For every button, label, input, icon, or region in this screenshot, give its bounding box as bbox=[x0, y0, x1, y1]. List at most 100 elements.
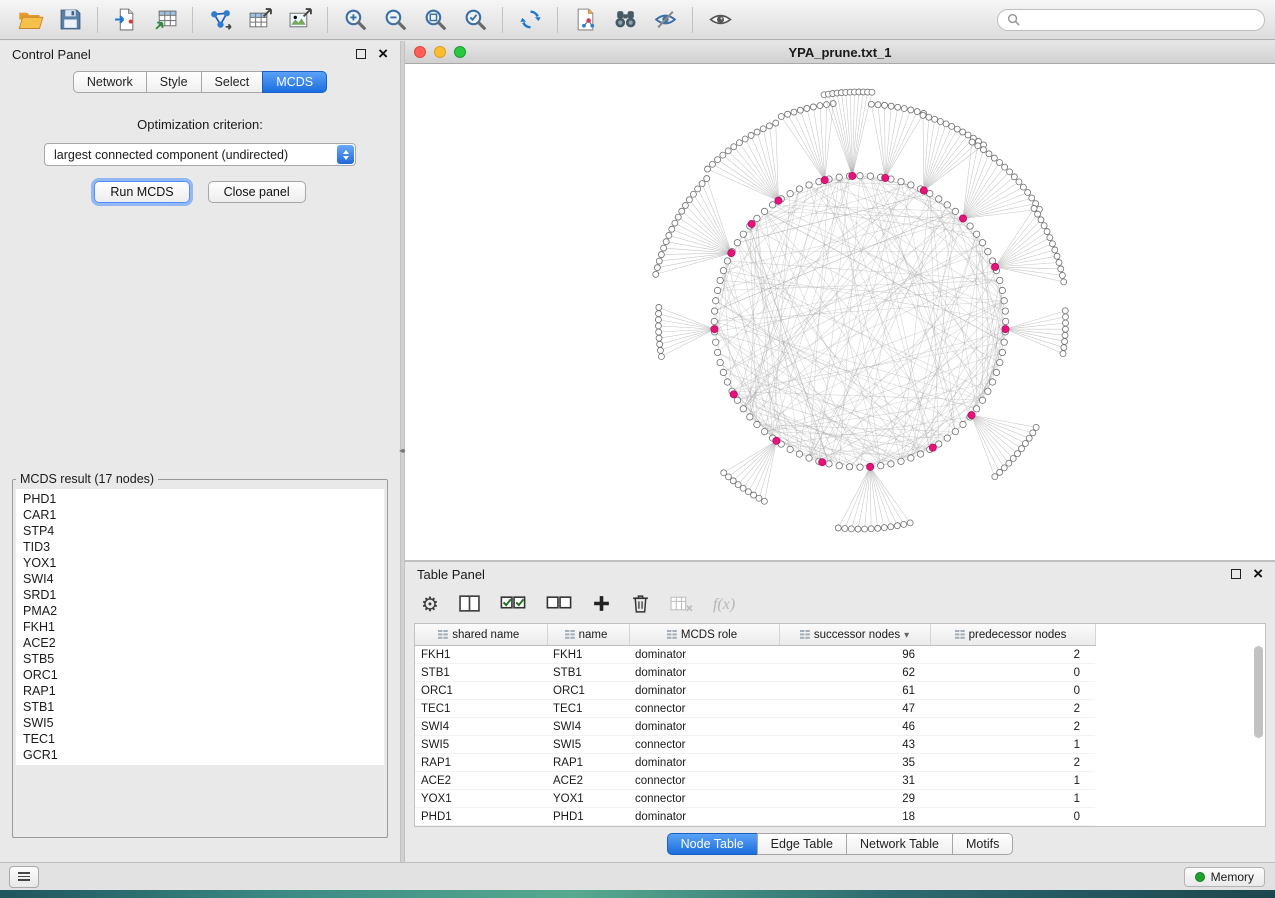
column-header-name[interactable]: name bbox=[547, 624, 629, 646]
search-network-button[interactable] bbox=[605, 4, 645, 36]
minimize-window-icon[interactable] bbox=[434, 46, 446, 58]
show-hide-button[interactable] bbox=[700, 4, 740, 36]
result-item[interactable]: GCR1 bbox=[16, 747, 384, 763]
graphics-details-button[interactable] bbox=[645, 4, 685, 36]
result-item[interactable]: STB5 bbox=[16, 651, 384, 667]
zoom-in-button[interactable] bbox=[335, 4, 375, 36]
table-grid-icon bbox=[800, 630, 810, 639]
desktop-background-edge bbox=[0, 890, 1275, 898]
zoom-selected-button[interactable] bbox=[455, 4, 495, 36]
table-grid-icon bbox=[667, 630, 677, 639]
tab-motifs[interactable]: Motifs bbox=[952, 833, 1013, 855]
tab-mcds[interactable]: MCDS bbox=[262, 71, 327, 93]
table-row[interactable]: ORC1ORC1dominator610 bbox=[415, 682, 1095, 700]
result-item[interactable]: CAR1 bbox=[16, 507, 384, 523]
apply-layout-button[interactable] bbox=[510, 4, 550, 36]
export-to-web-button[interactable] bbox=[565, 4, 605, 36]
result-item[interactable]: SRD1 bbox=[16, 587, 384, 603]
search-icon bbox=[1007, 13, 1020, 26]
table-scrollbar[interactable] bbox=[1254, 646, 1263, 822]
tab-node-table[interactable]: Node Table bbox=[667, 833, 758, 855]
result-item[interactable]: ORC1 bbox=[16, 667, 384, 683]
main-toolbar bbox=[0, 0, 1275, 40]
result-item[interactable]: SWI4 bbox=[16, 571, 384, 587]
result-item[interactable]: PMA2 bbox=[16, 603, 384, 619]
tab-edge-table[interactable]: Edge Table bbox=[757, 833, 847, 855]
result-item[interactable]: TID3 bbox=[16, 539, 384, 555]
toolbar-separator bbox=[502, 7, 503, 33]
export-table-button[interactable] bbox=[240, 4, 280, 36]
network-title: YPA_prune.txt_1 bbox=[405, 45, 1275, 60]
table-row[interactable]: YOX1YOX1connector291 bbox=[415, 790, 1095, 808]
result-item[interactable]: PHD1 bbox=[16, 491, 384, 507]
search-box[interactable] bbox=[997, 9, 1265, 31]
close-panel-button[interactable]: Close panel bbox=[208, 181, 306, 203]
task-history-button[interactable] bbox=[9, 866, 39, 888]
column-header-successor-nodes[interactable]: successor nodes▾ bbox=[779, 624, 930, 646]
result-item[interactable]: ACE2 bbox=[16, 635, 384, 651]
memory-status-icon bbox=[1195, 872, 1205, 882]
export-network-button[interactable] bbox=[200, 4, 240, 36]
table-row[interactable]: ACE2ACE2connector311 bbox=[415, 772, 1095, 790]
check-all-icon bbox=[500, 594, 526, 613]
result-item[interactable]: SWI5 bbox=[16, 715, 384, 731]
gear-icon[interactable]: ⚙ bbox=[421, 595, 439, 615]
import-network-button[interactable] bbox=[105, 4, 145, 36]
float-table-panel-icon[interactable] bbox=[1231, 569, 1241, 579]
network-canvas[interactable] bbox=[405, 64, 1275, 560]
optimization-criterion-select[interactable]: largest connected component (undirected) bbox=[44, 143, 356, 166]
run-mcds-button[interactable]: Run MCDS bbox=[94, 181, 189, 203]
tab-network[interactable]: Network bbox=[73, 71, 147, 93]
close-table-panel-icon[interactable]: × bbox=[1253, 568, 1263, 580]
select-stepper-icon bbox=[337, 145, 354, 164]
import-table-button[interactable] bbox=[145, 4, 185, 36]
zoom-out-button[interactable] bbox=[375, 4, 415, 36]
result-item[interactable]: RAP1 bbox=[16, 683, 384, 699]
tab-network-table[interactable]: Network Table bbox=[846, 833, 953, 855]
close-window-icon[interactable] bbox=[414, 46, 426, 58]
column-header-MCDS-role[interactable]: MCDS role bbox=[629, 624, 779, 646]
result-item[interactable]: TEC1 bbox=[16, 731, 384, 747]
result-item[interactable]: STP4 bbox=[16, 523, 384, 539]
binoculars-icon bbox=[613, 7, 638, 32]
open-folder-icon bbox=[17, 6, 44, 33]
node-table-header-row: shared namenameMCDS rolesuccessor nodes▾… bbox=[415, 624, 1095, 646]
export-image-button[interactable] bbox=[280, 4, 320, 36]
deselect-all-button[interactable] bbox=[546, 594, 572, 616]
table-row[interactable]: STB1STB1dominator620 bbox=[415, 664, 1095, 682]
mcds-result-list[interactable]: PHD1CAR1STP4TID3YOX1SWI4SRD1PMA2FKH1ACE2… bbox=[16, 489, 384, 765]
select-all-button[interactable] bbox=[500, 594, 526, 616]
zoom-out-icon bbox=[383, 7, 408, 32]
table-row[interactable]: SWI5SWI5connector431 bbox=[415, 736, 1095, 754]
table-row[interactable]: TEC1TEC1connector472 bbox=[415, 700, 1095, 718]
search-input[interactable] bbox=[1026, 12, 1255, 28]
open-session-button[interactable] bbox=[10, 4, 50, 36]
column-header-predecessor-nodes[interactable]: predecessor nodes bbox=[930, 624, 1095, 646]
maximize-window-icon[interactable] bbox=[454, 46, 466, 58]
table-row[interactable]: RAP1RAP1dominator352 bbox=[415, 754, 1095, 772]
table-row[interactable]: PHD1PHD1dominator180 bbox=[415, 808, 1095, 826]
document-network-icon bbox=[573, 7, 598, 32]
column-header-shared-name[interactable]: shared name bbox=[415, 624, 547, 646]
zoom-fit-button[interactable] bbox=[415, 4, 455, 36]
close-panel-icon[interactable]: × bbox=[378, 48, 388, 60]
mcds-panel: Optimization criterion: largest connecte… bbox=[0, 95, 400, 862]
save-session-button[interactable] bbox=[50, 4, 90, 36]
add-column-button[interactable] bbox=[592, 594, 611, 616]
table-row[interactable]: FKH1FKH1dominator962 bbox=[415, 646, 1095, 664]
result-item[interactable]: STB1 bbox=[16, 699, 384, 715]
columns-icon bbox=[459, 594, 480, 613]
eye-slash-icon bbox=[653, 7, 678, 32]
result-item[interactable]: YOX1 bbox=[16, 555, 384, 571]
show-columns-button[interactable] bbox=[459, 594, 480, 616]
node-table-body: FKH1FKH1dominator962STB1STB1dominator620… bbox=[415, 646, 1095, 826]
result-item[interactable]: FKH1 bbox=[16, 619, 384, 635]
scrollbar-thumb[interactable] bbox=[1254, 646, 1263, 738]
float-panel-icon[interactable] bbox=[356, 49, 366, 59]
table-row[interactable]: SWI4SWI4dominator462 bbox=[415, 718, 1095, 736]
delete-column-button[interactable] bbox=[631, 593, 650, 617]
tab-select[interactable]: Select bbox=[201, 71, 264, 93]
tab-style[interactable]: Style bbox=[146, 71, 202, 93]
zoom-selected-icon bbox=[463, 7, 488, 32]
memory-button[interactable]: Memory bbox=[1184, 867, 1265, 887]
